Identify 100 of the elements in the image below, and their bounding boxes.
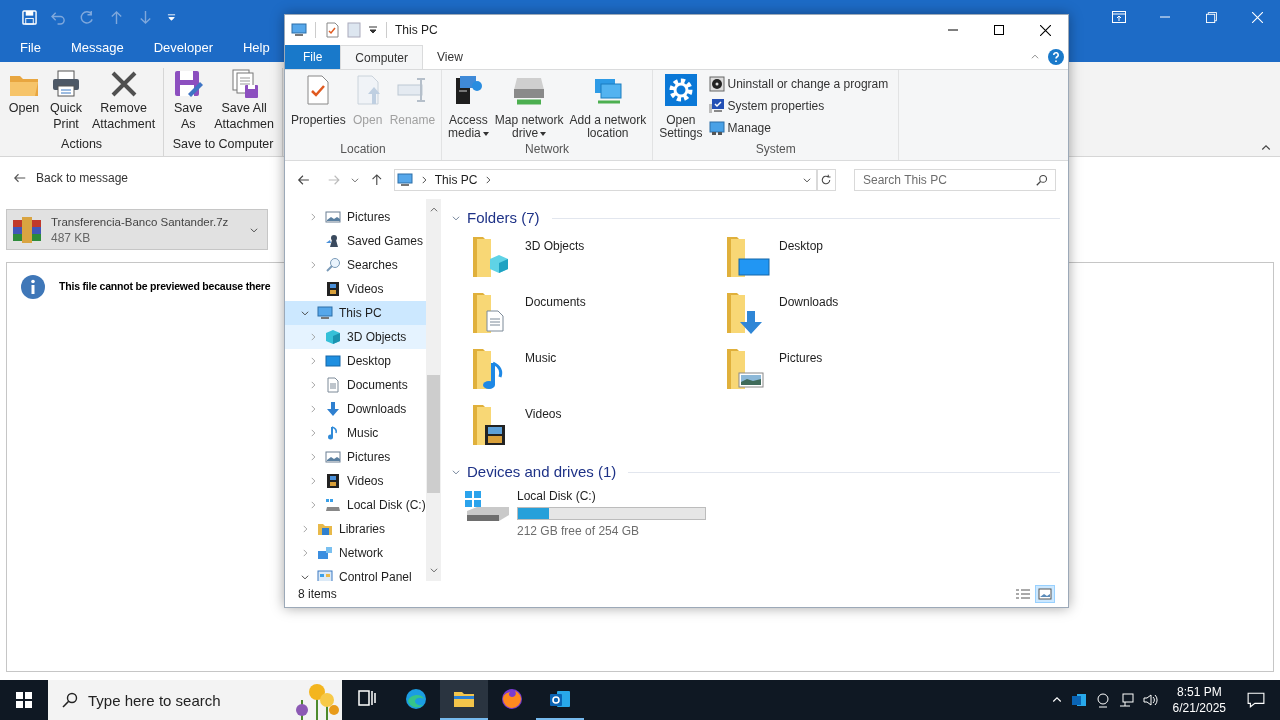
ribbon-button[interactable]: Remove Attachment — [88, 68, 160, 132]
search-icon — [1036, 174, 1048, 186]
download-arrow-icon — [325, 401, 341, 417]
ribbon-button[interactable]: Open Settings — [657, 74, 705, 140]
tree-item[interactable]: Saved Games — [285, 229, 426, 253]
tree-label: 3D Objects — [347, 329, 407, 346]
tree-item[interactable]: Pictures — [285, 205, 426, 229]
maximize-icon — [994, 25, 1004, 35]
notification-icon — [1247, 691, 1265, 709]
hard-drive-icon — [325, 497, 341, 513]
dropdown-icon[interactable] — [368, 25, 378, 35]
network-icon[interactable] — [1118, 692, 1135, 708]
taskbar-search-field[interactable]: Type here to search — [48, 680, 342, 720]
attachment-chip[interactable]: Transferencia-Banco Santander.7z 487 KB — [6, 209, 268, 250]
picture-icon — [325, 209, 341, 225]
expander-icon — [300, 524, 310, 534]
tree-item[interactable]: Documents — [285, 373, 426, 397]
ribbon-display-icon — [1112, 11, 1126, 23]
menu-tab[interactable]: Help — [242, 38, 270, 58]
tree-item[interactable]: Videos — [285, 469, 426, 493]
tree-item[interactable]: Downloads — [285, 397, 426, 421]
folder-item[interactable]: Desktop — [723, 231, 977, 287]
group-label: System — [754, 141, 797, 158]
tree-item[interactable]: Libraries — [285, 517, 426, 541]
ribbon-tab[interactable]: View — [423, 45, 477, 69]
collapse-ribbon-icon — [1030, 52, 1040, 62]
scrollbar[interactable] — [426, 199, 441, 581]
tree-label: Pictures — [347, 449, 391, 466]
folder-item[interactable]: Pictures — [723, 343, 977, 399]
tree-item[interactable]: Control Panel — [285, 565, 426, 581]
tree-item[interactable]: Videos — [285, 277, 426, 301]
ribbon-button[interactable]: Access media — [446, 74, 491, 140]
scroll-down-icon — [428, 565, 439, 575]
section-header[interactable]: Devices and drives (1) — [467, 460, 617, 484]
tree-item[interactable]: 3D Objects — [285, 325, 426, 349]
breadcrumb[interactable]: This PC — [434, 171, 478, 189]
clock[interactable]: 8:51 PM 6/21/2025 — [1166, 684, 1232, 716]
menu-tab[interactable]: Developer — [153, 38, 213, 58]
expander-icon — [308, 212, 318, 222]
caret-icon — [482, 131, 489, 136]
webcam-icon[interactable] — [1094, 692, 1111, 708]
folder-item[interactable]: Videos — [469, 399, 723, 455]
ribbon-button[interactable]: Map network drive — [492, 74, 566, 140]
refresh-button[interactable] — [816, 169, 836, 191]
drive-item[interactable]: Local Disk (C:) 212 GB free of 254 GB — [451, 485, 1060, 540]
mail-app-icon[interactable] — [1070, 692, 1087, 708]
save-icon[interactable] — [22, 9, 37, 25]
search-icon — [325, 257, 341, 273]
search-field[interactable]: Search This PC — [854, 169, 1056, 191]
close-icon — [1039, 24, 1051, 36]
attachment-size: 487 KB — [51, 229, 92, 246]
ribbon-button[interactable]: Open — [4, 68, 44, 116]
expander-icon — [300, 572, 310, 581]
ribbon-button[interactable]: Save All Attachmen — [210, 68, 278, 132]
folder-item[interactable]: 3D Objects — [469, 231, 723, 287]
tree-item[interactable]: Network — [285, 541, 426, 565]
address-bar[interactable]: This PC — [393, 169, 817, 191]
tree-item[interactable]: Local Disk (C:) — [285, 493, 426, 517]
taskbar-app[interactable] — [440, 680, 488, 720]
group-label: Save to Computer — [171, 136, 275, 154]
computer-check-icon — [708, 98, 725, 114]
customize-toolbar-icon[interactable] — [167, 12, 176, 22]
back-arrow-icon[interactable] — [297, 173, 311, 187]
help-icon[interactable] — [1048, 49, 1064, 65]
ribbon-small-button[interactable]: Manage — [708, 118, 895, 138]
ribbon-button[interactable]: Quick Print — [46, 68, 86, 132]
browser-wave-icon — [404, 687, 428, 711]
menu-tab[interactable]: File — [20, 38, 41, 58]
menu-tab[interactable]: Message — [70, 38, 124, 58]
folder-item[interactable]: Downloads — [723, 287, 977, 343]
large-icons-view-button[interactable] — [1035, 585, 1055, 603]
group-label: Actions — [60, 136, 104, 154]
ribbon-button[interactable]: Properties — [289, 74, 348, 127]
ribbon-button[interactable]: Add a network location — [567, 74, 649, 140]
back-link[interactable]: Back to message — [14, 169, 129, 187]
properties-icon[interactable] — [324, 22, 340, 38]
section-header[interactable]: Folders (7) — [467, 206, 540, 230]
speaker-icon[interactable] — [1142, 692, 1159, 708]
window-title: This PC — [395, 22, 438, 39]
folder-item[interactable]: Documents — [469, 287, 723, 343]
tree-label: This PC — [339, 305, 382, 322]
ribbon-button[interactable]: Save As — [168, 68, 209, 132]
computer-icon — [317, 305, 333, 321]
tree-item[interactable]: This PC — [285, 301, 426, 325]
computer-icon[interactable] — [291, 22, 307, 38]
tree-item[interactable]: Pictures — [285, 445, 426, 469]
tree-item[interactable]: Music — [285, 421, 426, 445]
expander-icon — [308, 260, 318, 270]
tree-item[interactable]: Desktop — [285, 349, 426, 373]
ribbon-tab[interactable]: File — [285, 45, 341, 69]
tree-item[interactable]: Searches — [285, 253, 426, 277]
up-arrow-icon[interactable] — [370, 173, 384, 187]
refresh-icon — [820, 174, 833, 186]
folder-item[interactable]: Music — [469, 343, 723, 399]
ribbon-tab[interactable]: Computer — [340, 45, 424, 69]
attachment-name: Transferencia-Banco Santander.7z — [51, 214, 230, 230]
settings-icon — [664, 74, 697, 106]
tree-label: Saved Games — [347, 233, 424, 250]
ribbon-small-button[interactable]: Uninstall or change a program — [708, 74, 895, 94]
ribbon-small-button[interactable]: System properties — [708, 96, 895, 116]
